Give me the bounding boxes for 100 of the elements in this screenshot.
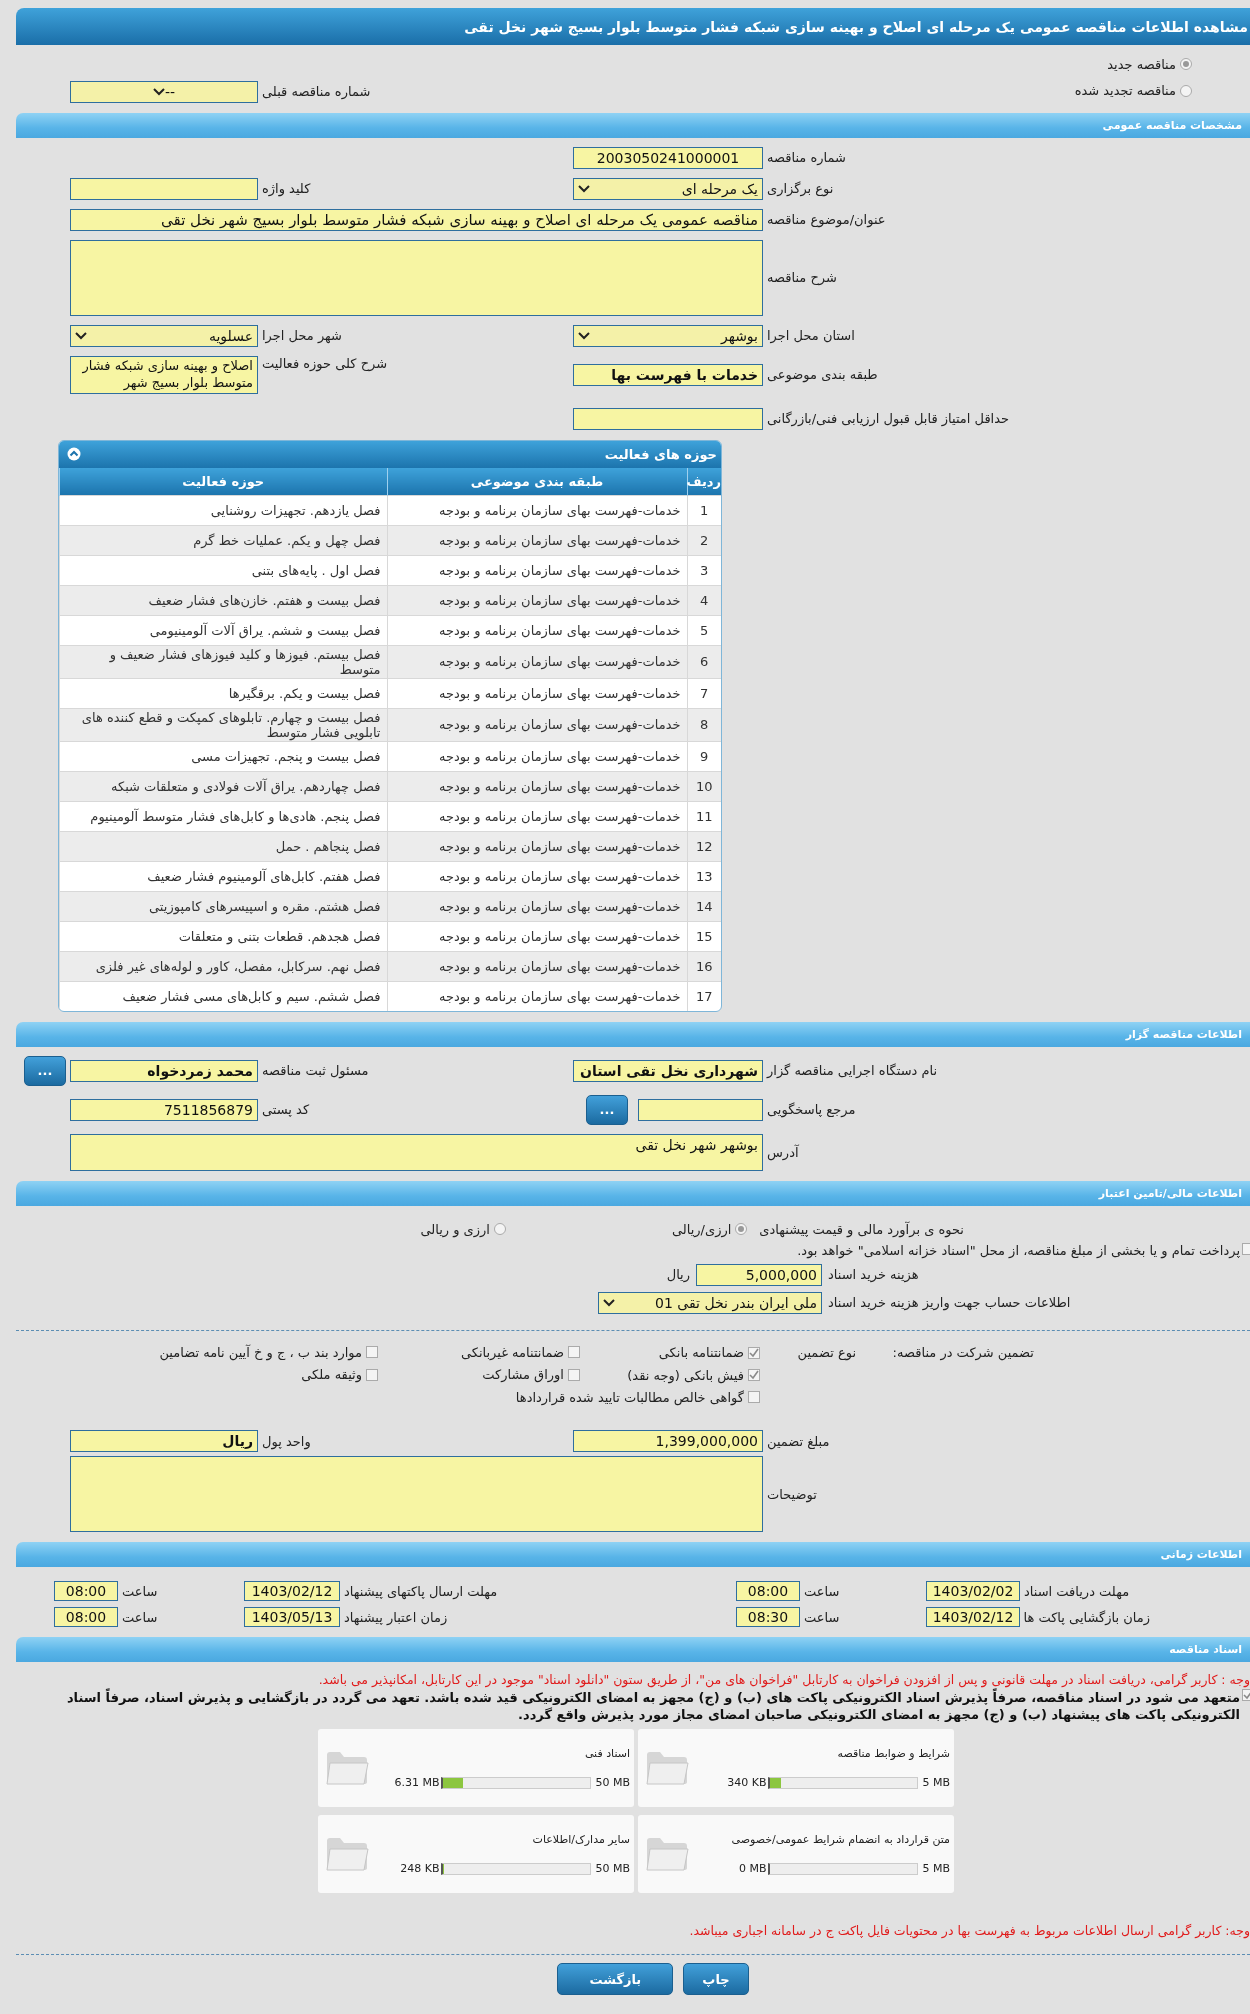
address-field[interactable]: بوشهر شهر نخل تقی — [70, 1133, 763, 1171]
radio-button[interactable] — [1180, 84, 1192, 97]
field-label: نام دستگاه اجرایی مناقصه گزار — [767, 1063, 939, 1078]
table-cell: خدمات-فهرست بهای سازمان برنامه و بودجه — [387, 951, 687, 981]
text-field[interactable]: ریال — [70, 1430, 258, 1452]
table-cell: خدمات-فهرست بهای سازمان برنامه و بودجه — [387, 645, 687, 678]
text-field[interactable]: مناقصه عمومی یک مرحله ای اصلاح و بهینه سازی شبکه فشار متوسط بلوار بسیج شهر نخل تقی — [70, 208, 763, 231]
pledge-text: متعهد می شود در اسناد مناقصه، صرفاً پذیرش اسناد الکترونیکی پاکت های (ب) و (ج) مجهز به امضای الکترونیکی قید شده باشد. تعهد می گردد در بازگشایی و پذیرش اسناد، صرفاً اسناد الکترونیکی پاکت های پیشنهاد (ب) و (ج) مجهز به امضای الکترونیکی صاحبان امضای مجاز مورد پذیرش واقع گردد. — [16, 1689, 1240, 1723]
field-label: ساعت — [804, 1583, 841, 1599]
option-label: گواهی خالص مطالبات تایید شده قراردادها — [515, 1389, 744, 1405]
text-field[interactable]: 08:00 — [736, 1581, 800, 1601]
text-area[interactable] — [70, 1456, 763, 1532]
field-label: مهلت ارسال پاکتهای پیشنهاد — [344, 1583, 499, 1599]
text-field[interactable]: 08:30 — [736, 1607, 800, 1627]
radio-button[interactable] — [1180, 58, 1192, 70]
text-field[interactable]: شهرداری نخل تقی استان — [573, 1059, 763, 1082]
field-label: نوع تضمین — [796, 1345, 856, 1361]
checkbox[interactable] — [568, 1368, 580, 1381]
folder-icon[interactable] — [324, 1835, 370, 1873]
field-label: زمان بازگشایی پاکت ها — [1024, 1609, 1150, 1625]
table-cell: 6 — [687, 645, 721, 678]
size-limit: 50 MB — [595, 1862, 630, 1875]
field-label: نوع برگزاری — [767, 181, 835, 196]
checkbox[interactable] — [1242, 1242, 1250, 1255]
checkbox[interactable] — [748, 1346, 760, 1359]
dropdown[interactable]: یک مرحله ای — [573, 177, 763, 200]
folder-icon[interactable] — [644, 1835, 690, 1873]
text-area[interactable] — [70, 239, 763, 316]
text-field[interactable] — [638, 1098, 763, 1121]
size-limit: 50 MB — [595, 1776, 630, 1789]
caret-icon — [578, 184, 590, 193]
field-label: ساعت — [804, 1609, 841, 1625]
field-label: واحد پول — [262, 1433, 312, 1449]
checkbox[interactable] — [748, 1369, 760, 1381]
checkbox[interactable] — [568, 1346, 580, 1358]
field-label: استان محل اجرا — [767, 328, 856, 343]
checkbox[interactable] — [366, 1368, 378, 1381]
section-title: اطلاعات مناقصه گزار — [1125, 1027, 1242, 1041]
table-cell: خدمات-فهرست بهای سازمان برنامه و بودجه — [387, 525, 687, 555]
text-field[interactable]: خدمات با فهرست بها — [573, 363, 763, 386]
text-field[interactable]: 7511856879 — [70, 1098, 258, 1121]
option-label: وثیقه ملکی — [301, 1367, 362, 1382]
text-field[interactable]: محمد زمردخواه — [70, 1059, 258, 1082]
column-header: حوزه فعالیت — [59, 467, 387, 495]
file-size: 248 KB — [400, 1862, 440, 1875]
column-header: طبقه بندی موضوعی — [387, 467, 687, 495]
table-cell: فصل هشتم. مقره و اسپیسرهای کامپوزیتی — [59, 891, 387, 921]
text-field[interactable]: 08:00 — [54, 1581, 118, 1601]
field-label: مرجع پاسخگویی — [767, 1102, 857, 1117]
text-field[interactable]: 1,399,000,000 — [573, 1430, 763, 1452]
document-title[interactable]: متن قرارداد به انضمام شرایط عمومی/خصوصی — [731, 1833, 950, 1846]
radio-button[interactable] — [493, 1223, 506, 1235]
option-label: مناقصه جدید — [1107, 56, 1176, 72]
field-label: اطلاعات حساب جهت واریز هزینه خرید اسناد — [828, 1295, 1072, 1310]
checkbox[interactable] — [366, 1346, 378, 1358]
text-field[interactable] — [573, 407, 763, 430]
table-cell: 12 — [687, 831, 721, 861]
size-limit: 5 MB — [922, 1776, 950, 1789]
table-cell: 4 — [687, 585, 721, 615]
option-label: ارزی/ریالی — [671, 1221, 732, 1237]
section-title: اطلاعات مالی/تامین اعتبار — [1098, 1186, 1242, 1200]
text-field[interactable] — [70, 177, 258, 200]
field-label: شماره مناقصه — [767, 150, 847, 165]
text-field[interactable]: 08:00 — [54, 1607, 118, 1627]
text-field[interactable]: 2003050241000001 — [573, 146, 763, 169]
dropdown[interactable]: ملی ایران بندر نخل تقی 01 — [598, 1291, 822, 1314]
folder-icon[interactable] — [324, 1749, 370, 1787]
radio-button[interactable] — [735, 1223, 748, 1235]
field-label: کد پستی — [262, 1102, 311, 1117]
back-button[interactable]: بازگشت — [557, 1963, 674, 1995]
collapse-icon[interactable] — [67, 447, 81, 461]
dropdown[interactable]: -- — [70, 80, 258, 103]
document-title[interactable]: سایر مدارک/اطلاعات — [532, 1833, 630, 1846]
field-label: حداقل امتیاز قابل قبول ارزیابی فنی/بازرگانی — [767, 411, 1011, 426]
text-field[interactable]: 1403/02/12 — [926, 1607, 1020, 1627]
checkbox[interactable] — [748, 1391, 760, 1403]
field-label: ساعت — [122, 1609, 159, 1625]
field-label: شماره مناقصه قبلی — [262, 84, 372, 99]
field-label: تضمین شرکت در مناقصه: — [891, 1345, 1034, 1361]
column-header: ردیف — [687, 467, 721, 495]
document-title[interactable]: شرایط و ضوابط مناقصه — [837, 1747, 950, 1760]
option-label: ضمانتنامه غیربانکی — [460, 1344, 564, 1360]
text-field[interactable]: 1403/02/02 — [926, 1581, 1020, 1601]
dropdown[interactable]: عسلویه — [70, 324, 258, 347]
text-field[interactable]: 1403/05/13 — [244, 1607, 340, 1627]
table-cell: خدمات-فهرست بهای سازمان برنامه و بودجه — [387, 891, 687, 921]
text-field[interactable]: 5,000,000 — [696, 1263, 822, 1286]
text-field[interactable]: 1403/02/12 — [244, 1581, 340, 1601]
dropdown[interactable]: بوشهر — [573, 324, 763, 347]
file-size: 6.31 MB — [394, 1776, 440, 1789]
document-title[interactable]: اسناد فنی — [584, 1747, 630, 1760]
folder-icon[interactable] — [644, 1749, 690, 1787]
print-button[interactable]: چاپ — [683, 1963, 749, 1995]
field-label: مبلغ تضمین — [767, 1433, 831, 1449]
table-cell: خدمات-فهرست بهای سازمان برنامه و بودجه — [387, 708, 687, 741]
text-area[interactable]: اصلاح و بهینه سازی شبکه فشار متوسط بلوار بسیج شهر — [70, 355, 258, 394]
field-label: عنوان/موضوع مناقصه — [767, 212, 887, 227]
field-label: هزینه خرید اسناد — [828, 1267, 920, 1282]
browse-button[interactable]: ... — [586, 1094, 628, 1125]
browse-button[interactable]: ... — [24, 1055, 66, 1086]
